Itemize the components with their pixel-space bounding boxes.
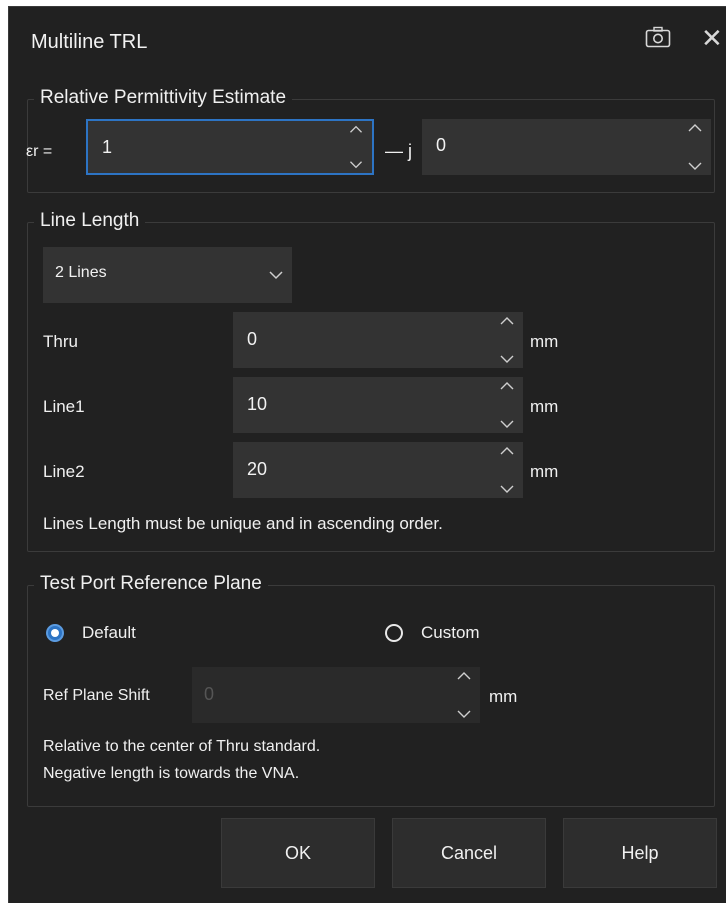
custom-radio-label[interactable]: Custom: [421, 623, 480, 643]
line2-length-value: 20: [247, 459, 268, 479]
line2-length-input[interactable]: 20: [233, 442, 523, 498]
reference-plane-legend: Test Port Reference Plane: [34, 573, 268, 595]
ref-plane-shift-label: Ref Plane Shift: [43, 687, 150, 704]
er-imag-value: 0: [436, 135, 447, 155]
chevron-down-icon: [269, 271, 283, 280]
default-radio-label[interactable]: Default: [82, 623, 136, 643]
ref-plane-shift-input[interactable]: 0: [192, 667, 480, 723]
ok-button[interactable]: OK: [221, 818, 375, 888]
cancel-button[interactable]: Cancel: [392, 818, 546, 888]
reference-plane-note-1: Relative to the center of Thru standard.: [43, 738, 321, 755]
line1-length-value: 10: [247, 394, 268, 414]
line2-unit: mm: [530, 462, 559, 481]
er-real-input[interactable]: 1: [86, 119, 374, 175]
permittivity-legend: Relative Permittivity Estimate: [34, 87, 293, 109]
line1-unit: mm: [530, 397, 559, 416]
er-real-spinner[interactable]: [348, 123, 364, 171]
close-icon[interactable]: ✕: [701, 23, 723, 53]
thru-unit: mm: [530, 332, 559, 351]
er-real-value: 1: [102, 137, 113, 157]
default-radio[interactable]: [46, 624, 64, 642]
line-length-legend: Line Length: [34, 210, 146, 232]
line2-label: Line2: [43, 462, 85, 481]
line2-length-spinner[interactable]: [499, 444, 515, 496]
line1-length-input[interactable]: 10: [233, 377, 523, 433]
ref-plane-shift-value: 0: [204, 684, 215, 704]
camera-icon[interactable]: [645, 26, 671, 48]
er-label: εr =: [26, 143, 53, 160]
minus-j-label: — j: [385, 141, 412, 161]
er-imag-input[interactable]: 0: [422, 119, 711, 175]
er-imag-spinner[interactable]: [687, 121, 703, 173]
line-length-note: Lines Length must be unique and in ascen…: [43, 514, 443, 533]
thru-length-value: 0: [247, 329, 258, 349]
reference-plane-note-2: Negative length is towards the VNA.: [43, 765, 300, 782]
lines-count-value: 2 Lines: [55, 264, 107, 281]
multiline-trl-dialog: Multiline TRL ✕ Relative Permittivity Es…: [8, 6, 726, 903]
lines-count-select[interactable]: 2 Lines: [43, 247, 292, 303]
thru-label: Thru: [43, 332, 78, 351]
dialog-title: Multiline TRL: [31, 31, 148, 53]
help-button[interactable]: Help: [563, 818, 717, 888]
ref-plane-shift-unit: mm: [489, 687, 518, 706]
custom-radio[interactable]: [385, 624, 403, 642]
ref-plane-shift-spinner[interactable]: [456, 669, 472, 721]
line1-label: Line1: [43, 397, 85, 416]
thru-length-input[interactable]: 0: [233, 312, 523, 368]
line1-length-spinner[interactable]: [499, 379, 515, 431]
thru-length-spinner[interactable]: [499, 314, 515, 366]
